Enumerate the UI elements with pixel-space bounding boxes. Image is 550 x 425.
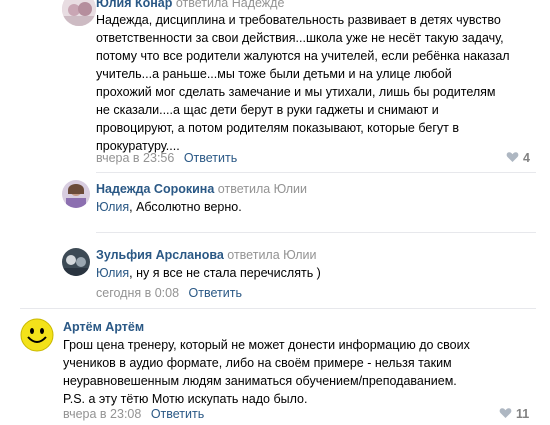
heart-icon (506, 151, 519, 166)
comment-time[interactable]: вчера в 23:08 (63, 407, 141, 421)
comment-text-line: провоцируют, а потом родителям показываю… (96, 121, 459, 135)
like-count: 4 (523, 151, 530, 165)
comment-text-line: учеников в аудио формате, либо на своём … (63, 356, 452, 370)
comment-text-line: неуравновешенным людям заниматься обучен… (63, 374, 457, 388)
comment-author[interactable]: Артём Артём (63, 320, 144, 334)
reply-to-label[interactable]: ответила Надежде (176, 0, 285, 10)
like-button[interactable]: 4 (506, 151, 530, 166)
comment-text-line: не сказали....а щас дети берут в руки га… (96, 103, 439, 117)
comment-text-line: ответственности за свои действия...школа… (96, 31, 504, 45)
avatar[interactable] (62, 0, 96, 26)
avatar-photo-icon (62, 0, 96, 26)
reply-to-label[interactable]: ответила Юлии (218, 182, 307, 196)
divider (96, 232, 536, 233)
avatar-photo-icon (62, 248, 90, 276)
divider (96, 172, 536, 173)
divider (20, 308, 536, 309)
avatar[interactable] (62, 180, 90, 208)
smiley-face-icon (20, 318, 54, 352)
comment-text: Юлия, Абсолютно верно. (96, 198, 536, 216)
comment-time[interactable]: сегодня в 0:08 (96, 286, 179, 300)
comment-text-line: Грош цена тренеру, который не может доне… (63, 338, 470, 352)
reply-addressee-link[interactable]: Юлия (96, 266, 129, 280)
reply-button[interactable]: Ответить (184, 151, 237, 165)
comment-text-line: прохожий мог сделать замечание и мы утих… (96, 85, 496, 99)
comment-author[interactable]: Зульфия Арсланова (96, 248, 224, 262)
comment-author[interactable]: Юлия Конар (96, 0, 172, 10)
avatar[interactable] (62, 248, 90, 276)
avatar[interactable] (20, 318, 54, 352)
reply-button[interactable]: Ответить (151, 407, 204, 421)
comment-text: Грош цена тренеру, который не может доне… (63, 336, 533, 408)
comment-text-line: P.S. а эту тётю Мотю искупать надо было. (63, 392, 308, 406)
comment-author[interactable]: Надежда Сорокина (96, 182, 214, 196)
avatar-photo-icon (62, 180, 90, 208)
like-button[interactable]: 11 (499, 407, 529, 422)
heart-icon (499, 407, 512, 422)
comment-text: Надежда, дисциплина и требовательность р… (96, 11, 536, 155)
comment-text-body: , Абсолютно верно. (129, 200, 242, 214)
reply-addressee-link[interactable]: Юлия (96, 200, 129, 214)
like-count: 11 (516, 407, 530, 421)
comment-text-body: , ну я все не стала перечислять ) (129, 266, 321, 280)
reply-button[interactable]: Ответить (189, 286, 242, 300)
comment-text-line: учитель...а раньше...мы тоже были детьми… (96, 67, 452, 81)
comment-text-line: потому что все родители жалуются на учит… (96, 49, 510, 63)
comment-text-line: Надежда, дисциплина и требовательность р… (96, 13, 501, 27)
reply-to-label[interactable]: ответила Юлии (227, 248, 316, 262)
comment-text: Юлия, ну я все не стала перечислять ) (96, 264, 536, 282)
comment-time[interactable]: вчера в 23:56 (96, 151, 174, 165)
